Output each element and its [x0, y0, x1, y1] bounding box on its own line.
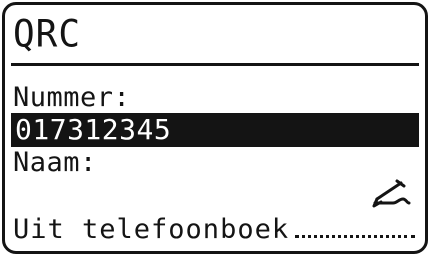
phonebook-pen-icon — [372, 179, 411, 208]
phonebook-option-label: Uit telefoonboek — [13, 214, 290, 245]
number-field[interactable]: 017312345 — [11, 113, 419, 147]
number-label: Nummer: — [13, 82, 131, 113]
name-label: Naam: — [13, 147, 97, 178]
title-divider — [11, 63, 419, 66]
screen-title: QRC — [13, 13, 82, 57]
phone-display: QRC Nummer: 017312345 Naam: Uit telefoon… — [2, 2, 428, 254]
from-phonebook-option[interactable]: Uit telefoonboek — [13, 213, 415, 247]
dotted-leader — [295, 234, 415, 238]
number-value: 017312345 — [15, 113, 172, 146]
